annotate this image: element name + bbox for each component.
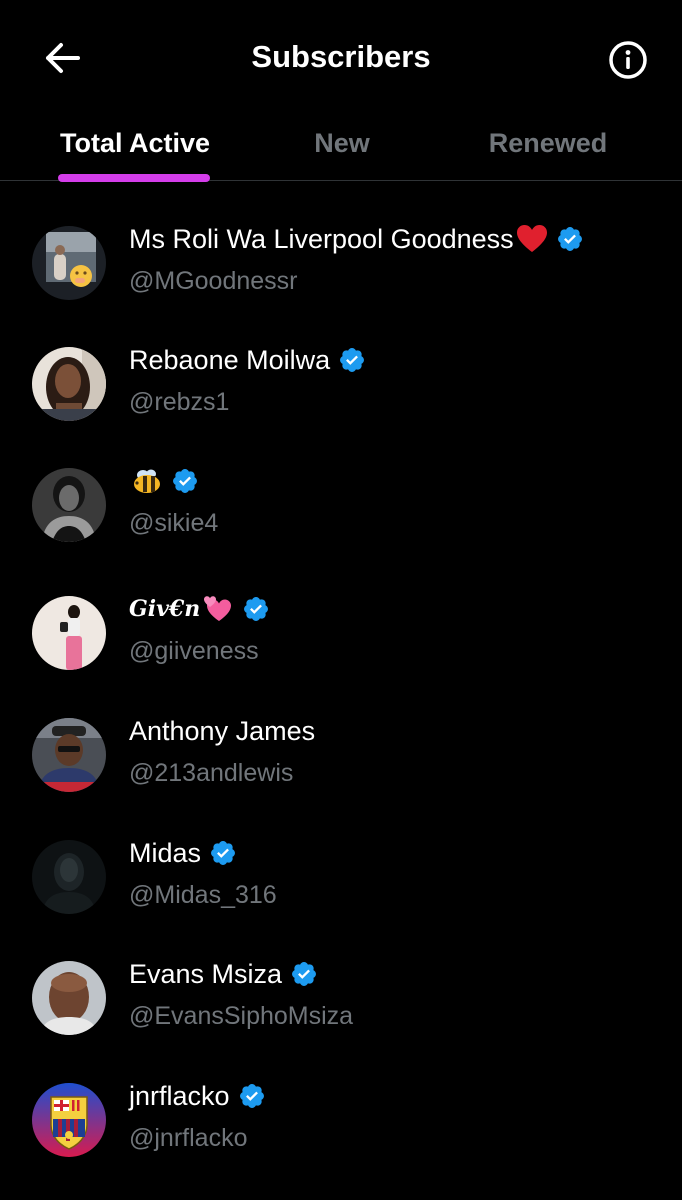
- info-circle-icon: [609, 41, 647, 79]
- username-handle: @sikie4: [129, 509, 219, 537]
- subscriber-row[interactable]: Midas @Midas_316: [0, 810, 682, 930]
- avatar: [32, 596, 106, 670]
- tab-new[interactable]: New: [292, 116, 392, 180]
- page-title: Subscribers: [251, 39, 431, 74]
- tab-label: Total Active: [59, 128, 211, 158]
- subscriber-row[interactable]: jnrflacko @jnrflacko: [0, 1053, 682, 1173]
- tab-total-active[interactable]: Total Active: [56, 116, 214, 182]
- info-button[interactable]: [606, 38, 650, 82]
- display-name: Rebaone Moilwa: [129, 345, 331, 375]
- display-name: Ms Roli Wa Liverpool Goodness: [129, 224, 514, 254]
- verified-badge-icon: [171, 467, 199, 495]
- display-name: Midas: [129, 838, 202, 868]
- avatar: [32, 1083, 106, 1157]
- display-name: Giv€n: [129, 596, 201, 622]
- tab-label: New: [314, 128, 370, 158]
- username-handle: @jnrflacko: [129, 1124, 248, 1152]
- subscriber-row[interactable]: Anthony James @213andlewis: [0, 688, 682, 808]
- display-name: Anthony James: [129, 716, 316, 746]
- heart-emoji-icon: [516, 225, 547, 252]
- subscriber-row[interactable]: Ms Roli Wa Liverpool Goodness @MGoodness…: [0, 196, 682, 316]
- tab-bar: Total Active New Renewed: [0, 116, 682, 182]
- username-handle: @EvansSiphoMsiza: [129, 1002, 354, 1030]
- verified-badge-icon: [556, 225, 584, 253]
- avatar: [32, 347, 106, 421]
- subscriber-row[interactable]: Rebaone Moilwa @rebzs1: [0, 317, 682, 437]
- avatar: [32, 718, 106, 792]
- username-handle: @Midas_316: [129, 881, 277, 909]
- verified-badge-icon: [238, 1082, 266, 1110]
- username-handle: @rebzs1: [129, 388, 230, 416]
- avatar: [32, 840, 106, 914]
- tab-renewed[interactable]: Renewed: [478, 116, 618, 180]
- verified-badge-icon: [209, 839, 237, 867]
- verified-badge-icon: [338, 346, 366, 374]
- active-tab-indicator: [58, 174, 210, 182]
- tab-label: Renewed: [488, 128, 608, 158]
- subscriber-row[interactable]: Giv€n @giiveness: [0, 566, 682, 686]
- avatar: [32, 961, 106, 1035]
- avatar: [32, 226, 106, 300]
- bee-emoji-icon: [134, 469, 160, 493]
- display-name: Evans Msiza: [129, 959, 283, 989]
- display-name: jnrflacko: [129, 1081, 230, 1111]
- username-handle: @giiveness: [129, 637, 259, 665]
- username-handle: @213andlewis: [129, 759, 294, 787]
- subscriber-row[interactable]: @sikie4: [0, 438, 682, 558]
- username-handle: @MGoodnessr: [129, 267, 298, 295]
- top-bar: Subscribers: [0, 0, 682, 116]
- verified-badge-icon: [290, 960, 318, 988]
- two-hearts-emoji-icon: [204, 596, 232, 621]
- subscriber-row[interactable]: Evans Msiza @EvansSiphoMsiza: [0, 931, 682, 1051]
- avatar: [32, 468, 106, 542]
- verified-badge-icon: [242, 595, 270, 623]
